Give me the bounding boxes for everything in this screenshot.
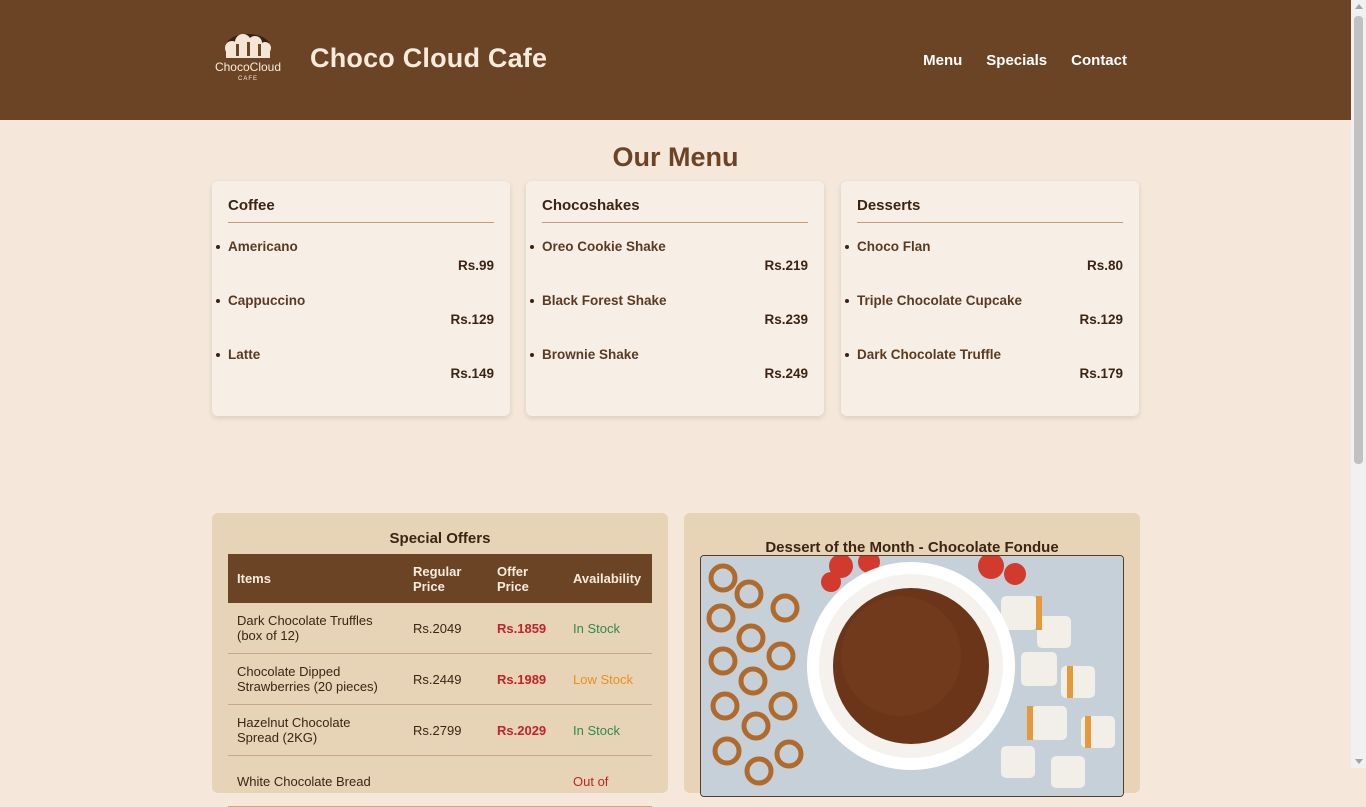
menu-item-name: Dark Chocolate Truffle [857, 347, 1002, 362]
offer-price [488, 755, 564, 807]
scrollbar-thumb[interactable] [1354, 16, 1363, 464]
menu-item-price: Rs.99 [457, 258, 494, 273]
menu-list: Oreo Cookie Shake Rs.219 Black Forest Sha… [530, 239, 808, 401]
cafe-logo[interactable]: ChocoCloud CAFE [212, 30, 284, 82]
menu-item-name: Latte [228, 347, 261, 362]
table-row: Dark Chocolate Truffles (box of 12) Rs.2… [228, 603, 652, 654]
menu-item: Latte Rs.149 [216, 347, 494, 401]
table-row: Chocolate Dipped Strawberries (20 pieces… [228, 653, 652, 705]
nav-menu-link[interactable]: Menu [923, 52, 962, 69]
availability-status: In Stock [564, 603, 652, 654]
column-header: Availability [564, 554, 652, 603]
menu-heading: Our Menu [612, 142, 739, 172]
menu-item-price: Rs.149 [450, 366, 494, 381]
main-nav: Menu Specials Contact [923, 52, 1127, 69]
menu-item-name: Oreo Cookie Shake [542, 239, 666, 254]
menu-item-price: Rs.129 [450, 312, 494, 327]
site-header: ChocoCloud CAFE Choco Cloud Cafe Menu Sp… [0, 0, 1351, 120]
menu-item: Dark Chocolate Truffle Rs.179 [845, 347, 1123, 401]
offer-price: Rs.1859 [488, 603, 564, 654]
regular-price: Rs.2049 [404, 603, 488, 654]
menu-item: Triple Chocolate Cupcake Rs.129 [845, 293, 1123, 347]
table-header-row: Items Regular Price Offer Price Availabi… [228, 554, 652, 603]
menu-item-name: Brownie Shake [542, 347, 639, 362]
menu-item-price: Rs.129 [1079, 312, 1123, 327]
menu-item-price: Rs.239 [764, 312, 808, 327]
regular-price [404, 755, 488, 807]
special-offers-panel: Special Offers Items Regular Price Offer… [212, 513, 668, 807]
nav-contact-link[interactable]: Contact [1071, 52, 1127, 69]
category-title: Chocoshakes [542, 197, 808, 223]
offer-item-name: Hazelnut Chocolate Spread (2KG) [228, 704, 404, 756]
menu-item: Americano Rs.99 [216, 239, 494, 293]
regular-price: Rs.2449 [404, 653, 488, 705]
menu-list: Choco Flan Rs.80 Triple Chocolate Cupcake… [845, 239, 1123, 401]
column-header: Regular Price [404, 554, 488, 603]
column-header: Items [228, 554, 404, 603]
special-offers-title: Special Offers [389, 530, 491, 547]
table-row: Hazelnut Chocolate Spread (2KG) Rs.2799 … [228, 704, 652, 756]
column-header: Offer Price [488, 554, 564, 603]
special-offers-table: Items Regular Price Offer Price Availabi… [228, 554, 652, 807]
menu-item-price: Rs.179 [1079, 366, 1123, 381]
menu-item-name: Cappuccino [228, 293, 306, 308]
menu-item-name: Americano [228, 239, 298, 254]
offer-item-name: Dark Chocolate Truffles (box of 12) [228, 603, 404, 654]
menu-item: Cappuccino Rs.129 [216, 293, 494, 347]
menu-item: Black Forest Shake Rs.239 [530, 293, 808, 347]
menu-item-name: Choco Flan [857, 239, 931, 254]
menu-card-desserts: Desserts Choco Flan Rs.80 Triple Chocolat… [841, 181, 1139, 416]
offer-price: Rs.2029 [488, 704, 564, 756]
dessert-of-month-panel: Dessert of the Month - Chocolate Fondue [684, 513, 1140, 797]
table-row: White Chocolate Bread Out of [228, 755, 652, 807]
offer-item-name: Chocolate Dipped Strawberries (20 pieces… [228, 653, 404, 705]
menu-item: Choco Flan Rs.80 [845, 239, 1123, 293]
menu-card-coffee: Coffee Americano Rs.99 Cappuccino Rs.129 L… [212, 181, 510, 416]
menu-item: Oreo Cookie Shake Rs.219 [530, 239, 808, 293]
offer-price: Rs.1989 [488, 653, 564, 705]
svg-text:CAFE: CAFE [238, 76, 258, 82]
site-title: Choco Cloud Cafe [310, 43, 548, 73]
nav-specials-link[interactable]: Specials [986, 52, 1047, 69]
menu-list: Americano Rs.99 Cappuccino Rs.129 Latte Rs.… [216, 239, 494, 401]
regular-price: Rs.2799 [404, 704, 488, 756]
menu-item-price: Rs.219 [764, 258, 808, 273]
scroll-up-arrow-icon[interactable] [1355, 4, 1363, 9]
menu-item-name: Triple Chocolate Cupcake [857, 293, 1023, 308]
availability-status: Low Stock [564, 653, 652, 705]
menu-item-price: Rs.80 [1086, 258, 1123, 273]
page-scrollbar[interactable] [1351, 0, 1366, 768]
availability-status: Out of [564, 755, 652, 807]
scroll-down-arrow-icon[interactable] [1355, 759, 1363, 764]
menu-item-name: Black Forest Shake [542, 293, 667, 308]
offer-item-name: White Chocolate Bread [228, 755, 404, 807]
menu-item-price: Rs.249 [764, 366, 808, 381]
category-title: Desserts [857, 197, 1123, 223]
availability-status: In Stock [564, 704, 652, 756]
svg-text:ChocoCloud: ChocoCloud [215, 60, 281, 74]
menu-item: Brownie Shake Rs.249 [530, 347, 808, 401]
dessert-of-month-title: Dessert of the Month - Chocolate Fondue [765, 539, 1059, 556]
category-title: Coffee [228, 197, 494, 223]
menu-card-chocoshakes: Chocoshakes Oreo Cookie Shake Rs.219 Blac… [526, 181, 824, 416]
chocolate-fondue-image [700, 555, 1124, 797]
